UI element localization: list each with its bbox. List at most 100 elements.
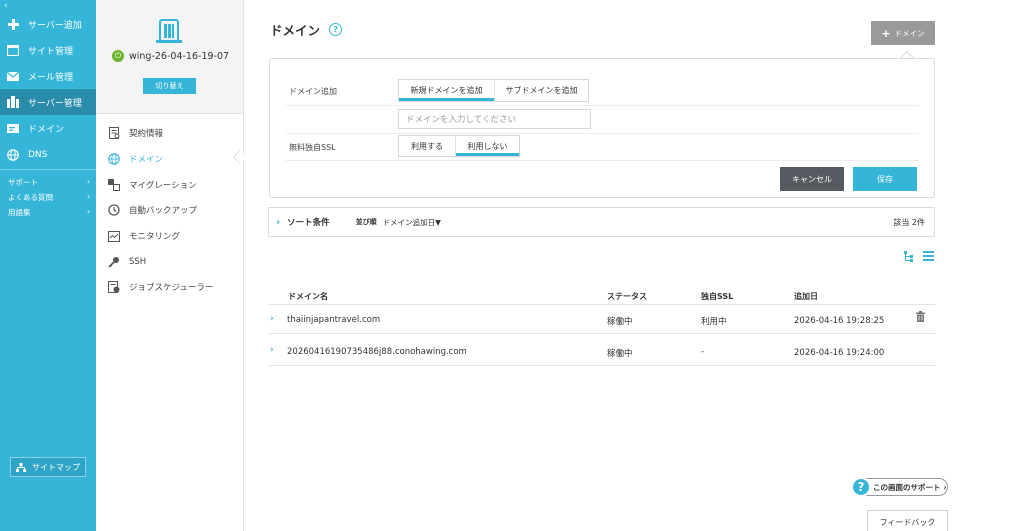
- expand-row-icon[interactable]: ›: [270, 314, 274, 324]
- sort-conditions-bar[interactable]: › ソート条件 並び順 ドメイン追加日▼ 該当 2件: [268, 207, 935, 237]
- form-divider: [286, 133, 919, 134]
- form-divider: [286, 105, 919, 106]
- sitemap-button[interactable]: サイトマップ: [10, 457, 86, 477]
- sidebar-item-label: サーバー追加: [28, 20, 82, 31]
- subnav-item-label: SSH: [129, 257, 147, 267]
- domain-add-label: ドメイン追加: [289, 87, 337, 96]
- column-header-domain[interactable]: ドメイン名: [288, 291, 328, 302]
- plus-icon: [7, 18, 19, 30]
- collapse-sidebar-icon[interactable]: ‹: [4, 1, 8, 11]
- page-title-text: ドメイン: [270, 23, 321, 38]
- scheduler-icon: [108, 281, 120, 293]
- sitemap-icon: [16, 462, 26, 472]
- sidebar-item-label: DNS: [28, 150, 48, 160]
- switch-server-button[interactable]: 切り替え: [143, 78, 196, 94]
- subnav-item-domain[interactable]: ドメイン: [108, 151, 163, 167]
- result-count: 該当 2件: [893, 217, 925, 227]
- row-divider: [268, 365, 935, 366]
- status-cell: 稼働中: [607, 349, 633, 359]
- tab-new-domain[interactable]: 新規ドメインを追加: [399, 80, 494, 101]
- subnav-item-ssh[interactable]: SSH: [108, 254, 146, 270]
- server-stack-icon: [156, 18, 182, 47]
- sidebar-item-site-management[interactable]: サイト管理: [0, 37, 96, 63]
- subnav-item-migration[interactable]: マイグレーション: [108, 177, 197, 193]
- column-header-ssl[interactable]: 独自SSL: [701, 291, 733, 302]
- id-card-icon: [7, 122, 19, 134]
- column-header-date[interactable]: 追加日: [794, 291, 818, 302]
- sidebar-item-domain[interactable]: ドメイン: [0, 115, 96, 141]
- server-info-panel: ⏻ wing-26-04-16-19-07 切り替え: [96, 0, 243, 114]
- sidebar-item-add-server[interactable]: サーバー追加: [0, 11, 96, 37]
- subnav-item-label: 自動バックアップ: [129, 206, 198, 216]
- sidebar-link-label: 用語集: [8, 208, 31, 217]
- status-cell: 稼働中: [607, 317, 633, 327]
- date-cell: 2026-04-16 19:28:25: [794, 316, 885, 326]
- sidebar-item-dns[interactable]: DNS: [0, 142, 96, 168]
- expand-row-icon[interactable]: ›: [270, 345, 274, 355]
- cancel-button[interactable]: キャンセル: [780, 167, 844, 191]
- feedback-button[interactable]: フィードバック: [867, 510, 948, 531]
- ssl-use-option[interactable]: 利用する: [399, 136, 455, 156]
- help-icon[interactable]: ?: [329, 23, 343, 36]
- sidebar-item-label: メール管理: [28, 72, 74, 83]
- tree-view-icon[interactable]: [904, 251, 915, 265]
- window-icon: [7, 44, 19, 56]
- monitor-icon: [108, 230, 120, 242]
- server-name-text: wing-26-04-16-19-07: [129, 50, 230, 62]
- subnav-item-label: ドメイン: [129, 155, 164, 165]
- migration-icon: [108, 179, 120, 191]
- tab-subdomain[interactable]: サブドメインを追加: [494, 80, 588, 101]
- question-icon: ?: [851, 477, 871, 497]
- sidebar-item-label: サーバー管理: [28, 98, 82, 109]
- sidebar-divider: [0, 169, 96, 170]
- subnav-item-auto-backup[interactable]: 自動バックアップ: [108, 202, 197, 218]
- save-button[interactable]: 保存: [853, 167, 917, 191]
- add-domain-button[interactable]: + ドメイン: [871, 21, 935, 45]
- subnav-item-job-scheduler[interactable]: ジョブスケジューラー: [108, 279, 213, 295]
- sidebar-item-label: ドメイン: [28, 124, 65, 135]
- sidebar-link-glossary[interactable]: 用語集 ›: [8, 207, 90, 218]
- subnav-item-monitoring[interactable]: モニタリング: [108, 228, 180, 244]
- envelope-icon: [7, 70, 19, 82]
- globe-icon: [108, 153, 120, 165]
- chevron-right-icon: ›: [87, 207, 90, 216]
- subnav-item-label: モニタリング: [129, 232, 181, 242]
- backup-icon: [108, 204, 120, 216]
- domain-input[interactable]: ドメインを入力してください: [398, 109, 591, 129]
- ssl-nouse-option[interactable]: 利用しない: [455, 136, 519, 156]
- sidebar-item-server-management[interactable]: サーバー管理: [0, 89, 96, 115]
- trash-icon[interactable]: [916, 311, 925, 325]
- sidebar-link-label: よくある質問: [8, 193, 53, 202]
- main-sidebar: ‹ サーバー追加 サイト管理 メール管理 サーバー管理 ドメイン DNS サポー…: [0, 0, 96, 531]
- globe-icon: [7, 149, 19, 161]
- sort-order-value[interactable]: ドメイン追加日▼: [383, 217, 441, 228]
- domain-name-cell[interactable]: thaiinjapantravel.com: [287, 315, 380, 325]
- subnav-item-contract[interactable]: 契約情報: [108, 125, 163, 141]
- row-divider: [268, 333, 935, 334]
- power-icon: ⏻: [112, 50, 124, 62]
- subnav-item-label: ジョブスケジューラー: [129, 283, 214, 293]
- sidebar-link-support[interactable]: サポート ›: [8, 177, 90, 188]
- support-label: この画面のサポート: [873, 482, 941, 492]
- ssl-toggle: 利用する 利用しない: [398, 135, 520, 157]
- subnav-item-label: 契約情報: [129, 129, 164, 139]
- sidebar-item-mail-management[interactable]: メール管理: [0, 63, 96, 89]
- add-domain-label: ドメイン: [894, 28, 925, 38]
- sidebar-link-faq[interactable]: よくある質問 ›: [8, 192, 90, 203]
- server-icon: [7, 96, 19, 108]
- sort-order-label: 並び順: [355, 218, 377, 226]
- add-domain-form: ドメイン追加 新規ドメインを追加 サブドメインを追加 ドメインを入力してください…: [269, 58, 935, 198]
- subnav-item-label: マイグレーション: [129, 181, 197, 191]
- ssl-cell: -: [701, 347, 705, 357]
- chevron-right-icon: ›: [276, 216, 281, 228]
- page-support-button[interactable]: ? この画面のサポート ›: [851, 477, 948, 497]
- sitemap-label: サイトマップ: [32, 462, 80, 472]
- domain-name-cell[interactable]: 20260416190735486j88.conohawing.com: [287, 347, 467, 357]
- view-toggle: [904, 251, 934, 265]
- ssl-cell: 利用中: [701, 317, 727, 327]
- form-divider: [286, 160, 919, 161]
- server-subnav: ⏻ wing-26-04-16-19-07 切り替え 契約情報 ドメイン マイグ…: [96, 0, 244, 531]
- column-header-status[interactable]: ステータス: [607, 291, 647, 302]
- list-view-icon[interactable]: [923, 251, 934, 265]
- page-title: ドメイン ?: [270, 20, 343, 39]
